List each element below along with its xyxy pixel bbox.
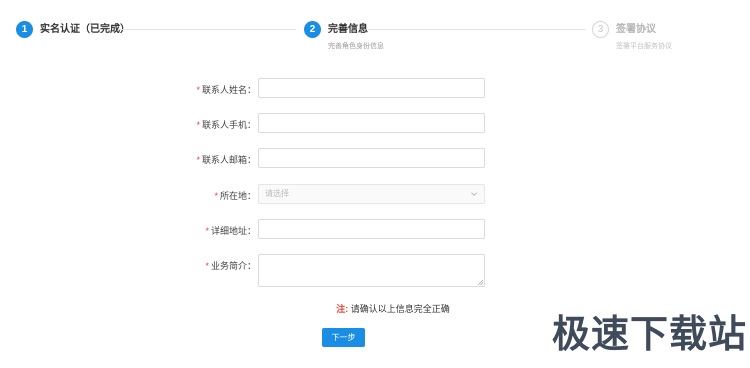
required-mark: * bbox=[205, 261, 209, 271]
note-prefix: 注: bbox=[336, 304, 349, 314]
contact-phone-input[interactable] bbox=[258, 113, 485, 133]
required-mark: * bbox=[196, 155, 200, 165]
resize-grip-icon[interactable] bbox=[477, 279, 483, 285]
address-label: * 详细地址： bbox=[205, 226, 256, 236]
contact-name-input[interactable] bbox=[258, 78, 485, 98]
watermark-logo: 极速下载站 bbox=[552, 312, 748, 356]
business-intro-textarea[interactable] bbox=[258, 254, 485, 287]
address-input[interactable] bbox=[258, 219, 485, 239]
location-select[interactable]: 请选择 bbox=[258, 184, 485, 204]
contact-email-input[interactable] bbox=[258, 148, 485, 168]
business-intro-label: * 业务简介： bbox=[205, 261, 256, 271]
required-mark: * bbox=[196, 85, 200, 95]
next-step-button[interactable]: 下一步 bbox=[322, 328, 365, 347]
location-placeholder: 请选择 bbox=[265, 189, 289, 198]
contact-email-label: * 联系人邮箱： bbox=[196, 155, 256, 165]
note-text: 请确认以上信息完全正确 bbox=[350, 304, 450, 314]
chevron-down-icon bbox=[471, 192, 477, 196]
required-mark: * bbox=[196, 120, 200, 130]
contact-name-label: * 联系人姓名： bbox=[196, 85, 256, 95]
location-label: * 所在地： bbox=[214, 191, 256, 201]
required-mark: * bbox=[205, 226, 209, 236]
contact-phone-label: * 联系人手机： bbox=[196, 120, 256, 130]
required-mark: * bbox=[214, 191, 218, 201]
